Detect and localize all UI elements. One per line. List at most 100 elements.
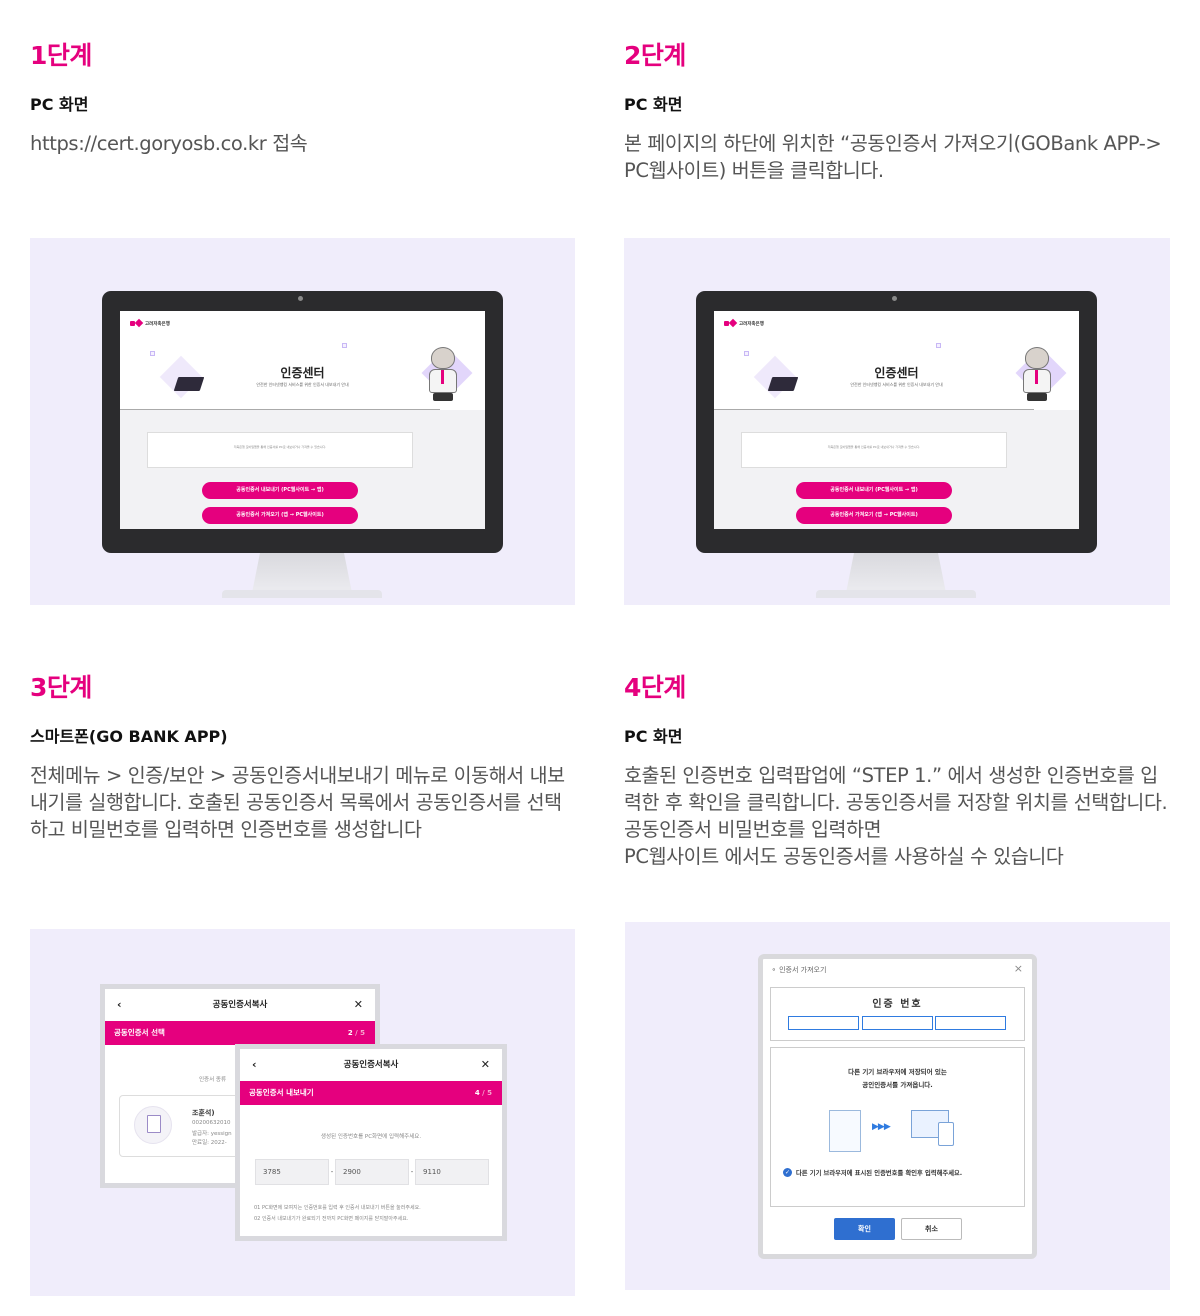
logo-text: 고려저축은행	[739, 321, 764, 327]
step-subtitle: PC 화면	[624, 727, 683, 746]
square-decoration-icon	[150, 351, 155, 356]
close-icon[interactable]: ×	[1014, 962, 1023, 975]
tablet-icon	[938, 1122, 954, 1146]
progress-count: 4 / 5	[475, 1081, 492, 1105]
mascot-legs	[1027, 393, 1047, 401]
content-area: 저축은행 모바일앱을 통해 인증서를 PC로 내보내거나 가져올 수 있습니다.…	[120, 410, 485, 529]
hero-subtitle: 안전한 인터넷뱅킹 서비스를 위한 인증서 내보내기 안내	[256, 382, 349, 387]
content-area: 저축은행 모바일앱을 통해 인증서를 PC로 내보내거나 가져올 수 있습니다.…	[714, 410, 1079, 529]
auth-code-3: 9110	[415, 1159, 489, 1185]
hero-banner: 인증센터 안전한 인터넷뱅킹 서비스를 위한 인증서 내보내기 안내	[120, 341, 485, 409]
cert-name: 조훈석)	[192, 1109, 215, 1117]
progress-bar: 공동인증서 내보내기 4 / 5	[240, 1081, 502, 1105]
cancel-button[interactable]: 취소	[901, 1218, 962, 1240]
square-decoration-icon	[744, 351, 749, 356]
export-cert-button[interactable]: 공동인증서 내보내기 (PC웹사이트 → 앱)	[202, 482, 358, 499]
camera-dot	[892, 296, 897, 301]
auth-number-input-2[interactable]	[862, 1016, 933, 1030]
export-instruction: 생성된 인증번호를 PC화면에 입력해주세요.	[320, 1134, 422, 1140]
auth-number-label: 인증 번호	[872, 999, 923, 1010]
mascot-legs	[433, 393, 453, 401]
progress-label: 공동인증서 내보내기	[249, 1088, 314, 1097]
export-cert-button[interactable]: 공동인증서 내보내기 (PC웹사이트 → 앱)	[796, 482, 952, 499]
popup-header: ‹ 공동인증서복사 ✕	[105, 989, 375, 1021]
step-title: 4단계	[624, 673, 686, 702]
step-title: 1단계	[30, 41, 92, 70]
check-notice: ✓ 다른 기기 브라우저에 표시된 인증번호를 확인후 입력해주세요.	[783, 1168, 962, 1177]
notice-box: 저축은행 모바일앱을 통해 인증서를 PC로 내보내거나 가져올 수 있습니다.	[147, 432, 413, 468]
cert-expiry: 만료일: 2022-	[192, 1140, 227, 1146]
confirm-button[interactable]: 확인	[834, 1218, 895, 1240]
step-2: 2단계 PC 화면 본 페이지의 하단에 위치한 “공동인증서 가져오기(GOB…	[624, 40, 1170, 184]
cert-number: 00200632010	[192, 1120, 231, 1126]
cert-type-label: 인증서 종류	[199, 1077, 227, 1083]
step-3-illustration: ‹ 공동인증서복사 ✕ 공동인증서 선택 2 / 5 인증서 종류 조훈석) 0…	[30, 929, 575, 1296]
step-1: 1단계 PC 화면 https://cert.goryosb.co.kr 접속	[30, 40, 576, 157]
progress-bar: 공동인증서 선택 2 / 5	[105, 1021, 375, 1045]
check-notice-text: 다른 기기 브라우저에 표시된 인증번호를 확인후 입력해주세요.	[796, 1170, 963, 1177]
cert-export-popup: ‹ 공동인증서복사 ✕ 공동인증서 내보내기 4 / 5 생성된 인증번호를 P…	[235, 1044, 507, 1241]
step-2-illustration: 고려저축은행 인증센터 안전한 인터넷뱅킹 서비스를 위한 인증서 내보내기 안…	[624, 238, 1170, 605]
hero-banner: 인증센터 안전한 인터넷뱅킹 서비스를 위한 인증서 내보내기 안내	[714, 341, 1079, 409]
import-message-line-2: 공인인증서를 가져옵니다.	[862, 1081, 933, 1089]
camera-dot	[298, 296, 303, 301]
divider	[120, 409, 440, 410]
step-description: 호출된 인증번호 입력팝업에 “STEP 1.” 에서 생성한 인증번호를 입력…	[624, 764, 1168, 868]
step-3: 3단계 스마트폰(GO BANK APP) 전체메뉴 > 인증/보안 > 공동인…	[30, 672, 576, 843]
check-icon: ✓	[783, 1168, 792, 1177]
square-decoration-icon	[342, 343, 347, 348]
notice-box: 저축은행 모바일앱을 통해 인증서를 PC로 내보내거나 가져올 수 있습니다.	[741, 432, 1007, 468]
monitor-base	[816, 590, 976, 598]
monitor-screen: 고려저축은행 인증센터 안전한 인터넷뱅킹 서비스를 위한 인증서 내보내기 안…	[120, 311, 485, 529]
step-4-illustration: ⚬ 인증서 가져오기 × 인증 번호 다른 기기 브라우저에 저장되어 있는 공…	[625, 922, 1170, 1290]
export-note-2: 02 인증서 내보내기가 완료되기 전까지 PC화면 페이지를 닫지말아주세요.	[254, 1216, 409, 1222]
hero-title: 인증센터	[280, 366, 325, 380]
total-steps: / 5	[479, 1089, 492, 1097]
step-subtitle: PC 화면	[30, 95, 89, 114]
auth-number-box: 인증 번호	[770, 987, 1025, 1041]
monitor-stand	[846, 553, 946, 593]
step-title: 2단계	[624, 41, 686, 70]
transfer-arrows-icon: ▶▶▶	[872, 1122, 891, 1132]
step-subtitle: PC 화면	[624, 95, 683, 114]
step-description: https://cert.goryosb.co.kr 접속	[30, 132, 308, 155]
back-chevron-icon[interactable]: ‹	[252, 1049, 257, 1081]
step-description: 본 페이지의 하단에 위치한 “공동인증서 가져오기(GOBank APP-> …	[624, 132, 1162, 182]
close-icon[interactable]: ✕	[354, 989, 363, 1021]
step-description: 전체메뉴 > 인증/보안 > 공동인증서내보내기 메뉴로 이동해서 내보내기를 …	[30, 764, 565, 841]
popup-title: 공동인증서복사	[343, 1060, 399, 1070]
step-1-illustration: 고려저축은행 인증센터 안전한 인터넷뱅킹 서비스를 위한 인증서 내보내기 안…	[30, 238, 575, 605]
close-icon[interactable]: ✕	[481, 1049, 490, 1081]
bank-logo: 고려저축은행	[724, 320, 764, 327]
import-cert-button[interactable]: 공동인증서 가져오기 (앱 → PC웹사이트)	[796, 507, 952, 524]
dialog-title-text: 인증서 가져오기	[779, 966, 827, 974]
auth-code-1: 3785	[255, 1159, 329, 1185]
bank-logo: 고려저축은행	[130, 320, 170, 327]
divider	[714, 409, 1034, 410]
progress-label: 공동인증서 선택	[114, 1028, 165, 1037]
import-info-box: 다른 기기 브라우저에 저장되어 있는 공인인증서를 가져옵니다. ▶▶▶ ✓ …	[770, 1047, 1025, 1207]
certificate-document-icon	[829, 1110, 861, 1152]
monitor-stand	[252, 553, 352, 593]
step-4: 4단계 PC 화면 호출된 인증번호 입력팝업에 “STEP 1.” 에서 생성…	[624, 672, 1170, 870]
cert-issuer: 발급자: yessign	[192, 1131, 232, 1137]
logo-mark-icon	[724, 320, 736, 327]
total-steps: / 5	[352, 1029, 365, 1037]
dialog-title: ⚬ 인증서 가져오기	[771, 966, 827, 974]
monitor-base	[222, 590, 382, 598]
monitor: 고려저축은행 인증센터 안전한 인터넷뱅킹 서비스를 위한 인증서 내보내기 안…	[102, 291, 503, 553]
export-note-1: 01 PC화면에 보여지는 인증번호를 입력 후 인증서 내보내기 버튼을 눌러…	[254, 1205, 421, 1211]
import-message: 다른 기기 브라우저에 저장되어 있는 공인인증서를 가져옵니다.	[771, 1066, 1024, 1092]
monitor: 고려저축은행 인증센터 안전한 인터넷뱅킹 서비스를 위한 인증서 내보내기 안…	[696, 291, 1097, 553]
back-chevron-icon[interactable]: ‹	[117, 989, 122, 1021]
auth-number-input-3[interactable]	[935, 1016, 1006, 1030]
auth-number-input-1[interactable]	[788, 1016, 859, 1030]
import-cert-button[interactable]: 공동인증서 가져오기 (앱 → PC웹사이트)	[202, 507, 358, 524]
square-decoration-icon	[936, 343, 941, 348]
popup-header: ‹ 공동인증서복사 ✕	[240, 1049, 502, 1081]
cert-import-dialog: ⚬ 인증서 가져오기 × 인증 번호 다른 기기 브라우저에 저장되어 있는 공…	[758, 954, 1037, 1259]
import-message-line-1: 다른 기기 브라우저에 저장되어 있는	[848, 1068, 947, 1076]
step-title: 3단계	[30, 673, 92, 702]
step-subtitle: 스마트폰(GO BANK APP)	[30, 727, 228, 746]
logo-mark-icon	[130, 320, 142, 327]
